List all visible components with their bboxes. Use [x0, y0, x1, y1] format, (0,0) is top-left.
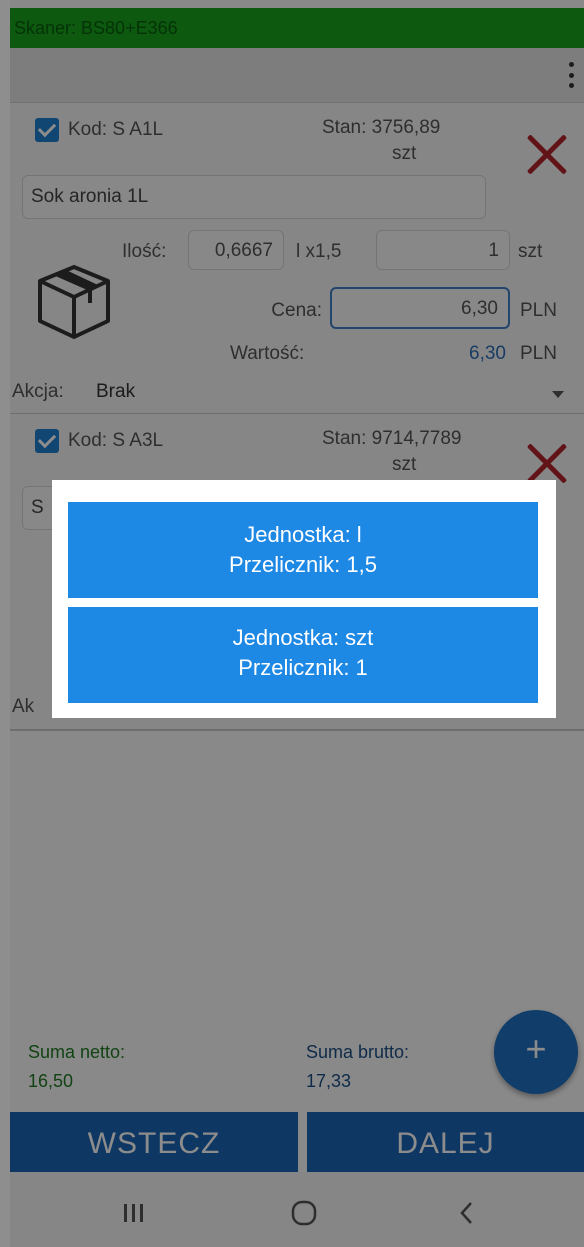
option-unit: Jednostka: szt	[232, 625, 374, 650]
option-factor: Przelicznik: 1,5	[229, 552, 377, 577]
option-unit: Jednostka: l	[244, 522, 362, 547]
option-factor: Przelicznik: 1	[238, 655, 368, 680]
unit-option-szt[interactable]: Jednostka: szt Przelicznik: 1	[68, 607, 538, 703]
unit-option-l[interactable]: Jednostka: l Przelicznik: 1,5	[68, 502, 538, 598]
unit-picker-dialog: Jednostka: l Przelicznik: 1,5 Jednostka:…	[52, 480, 556, 718]
